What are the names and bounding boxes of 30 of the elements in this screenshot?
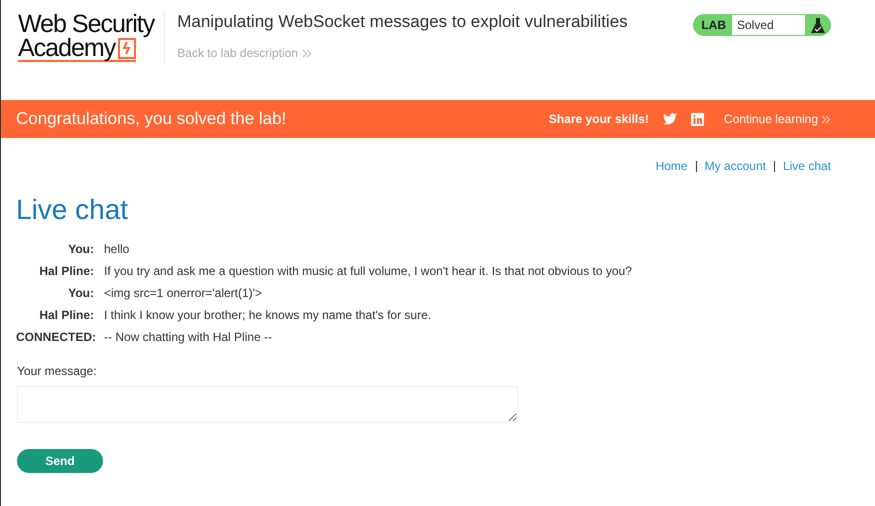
- status-text: Solved: [732, 15, 805, 35]
- lab-label: LAB: [700, 18, 727, 32]
- chat-message: <img src=1 onerror='alert(1)'>: [104, 286, 263, 300]
- chevron-icon: [821, 114, 831, 124]
- chat-speaker: You:: [67, 286, 94, 300]
- chat-message: hello: [104, 242, 130, 256]
- chevron-icon: [302, 48, 312, 58]
- nav-link[interactable]: Home: [656, 159, 688, 173]
- chat-speaker: CONNECTED:: [16, 330, 94, 344]
- bird-icon[interactable]: [662, 113, 677, 125]
- continue-learning-link[interactable]: Continue learning: [724, 112, 831, 126]
- chat-speaker: Hal Pline:: [38, 308, 94, 322]
- logo-text: Web Security: [18, 12, 154, 36]
- chat-message: If you try and ask me a question with music at full volume, I won't hear it. Is that not obvious to you?: [104, 264, 633, 278]
- nav-link[interactable]: My account: [704, 159, 766, 173]
- logo-text: Academy: [18, 36, 116, 60]
- message-label: Your message:: [17, 364, 98, 378]
- chat-speaker: You:: [67, 242, 94, 256]
- banner-message: Congratulations, you solved the lab!: [16, 109, 288, 129]
- chat-message: -- Now chatting with Hal Pline --: [104, 330, 274, 344]
- linkedin-icon[interactable]: [690, 112, 704, 126]
- message-input[interactable]: [17, 386, 518, 423]
- chat-speaker: Hal Pline:: [38, 264, 94, 278]
- chat-message: I think I know your brother; he knows my name that's for sure.: [104, 308, 432, 322]
- share-text: Share your skills!: [548, 112, 649, 126]
- nav-link[interactable]: Live chat: [782, 159, 831, 173]
- lab-title: Manipulating WebSocket messages to exploit vulnerabilities: [177, 12, 629, 32]
- page-title: Live chat: [16, 195, 130, 226]
- send-button[interactable]: Send: [17, 448, 103, 473]
- back-link[interactable]: Back to lab description: [177, 46, 312, 60]
